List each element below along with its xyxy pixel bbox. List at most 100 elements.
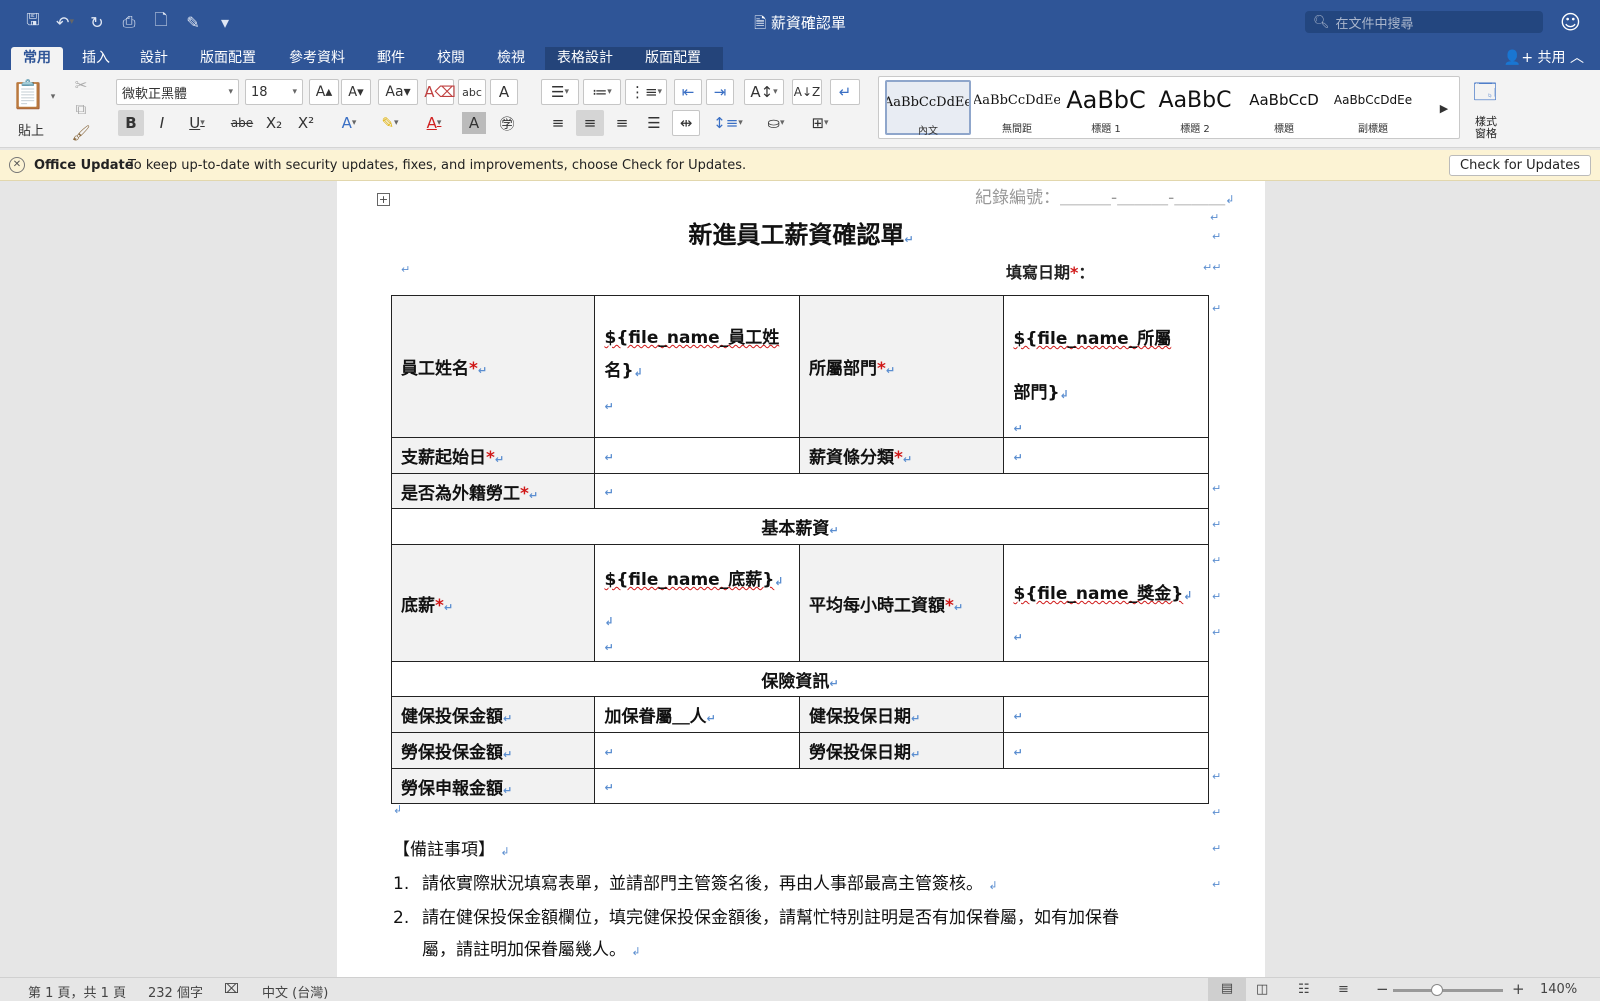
shading-icon[interactable]: ⛀ ▾ (758, 110, 794, 136)
cut-icon[interactable]: ✂ (70, 72, 92, 98)
close-icon[interactable]: ✕ (9, 157, 25, 173)
underline-icon[interactable]: U ▾ (180, 110, 214, 136)
style-heading-1[interactable]: AaBbC 標題 1 (1063, 80, 1149, 135)
table-cell[interactable]: ↵ (1003, 696, 1209, 733)
font-color-icon[interactable]: A ▾ (414, 110, 454, 136)
multilevel-list-icon[interactable]: ⋮≡ ▾ (625, 79, 667, 105)
increase-indent-icon[interactable]: ⇥ (706, 79, 734, 105)
document-page[interactable]: + 紀錄編號：＿＿＿-＿＿＿-＿＿＿↲ ↵ 新進員工薪資確認單↵ ↵ 填寫日期*… (337, 181, 1265, 977)
table-cell[interactable]: 薪資條分類*↵ (798, 437, 1005, 474)
numbering-icon[interactable]: ≔ ▾ (583, 79, 621, 105)
table-cell[interactable]: 是否為外籍勞工*↵ (390, 473, 596, 509)
table-cell[interactable]: 加保眷屬＿人↵ (594, 696, 800, 733)
table-cell[interactable]: ↵ (594, 473, 1209, 509)
share-button[interactable]: 👤+ 共用 ︿ (1504, 47, 1584, 67)
page-count[interactable]: 第 1 頁，共 1 頁 (28, 982, 126, 1001)
style-normal[interactable]: AaBbCcDdEe 內文 (885, 80, 971, 137)
zoom-out-icon[interactable]: − (1376, 980, 1389, 998)
bold-icon[interactable]: B (118, 110, 144, 136)
borders-icon[interactable]: ⊞ ▾ (800, 110, 840, 136)
highlight-icon[interactable]: ✎ ▾ (370, 110, 410, 136)
styles-pane-icon[interactable]: 🗔 (1470, 76, 1500, 112)
tab-layout[interactable]: 版面配置 (188, 47, 268, 70)
focus-view-icon[interactable]: ◫ (1256, 982, 1268, 997)
feedback-smiley-icon[interactable]: ☺ (1560, 10, 1581, 34)
table-cell[interactable]: 所屬部門*↵ (798, 295, 1005, 438)
table-cell[interactable]: 勞保投保金額↵ (390, 732, 596, 769)
distributed-icon[interactable]: ⇹ (672, 110, 700, 136)
format-painter-icon[interactable]: 🖌 (70, 120, 92, 146)
zoom-slider-thumb[interactable] (1431, 984, 1443, 996)
outline-view-icon[interactable]: ☷ (1298, 982, 1310, 997)
table-cell[interactable]: ↵ (1003, 732, 1209, 769)
phonetic-guide-icon[interactable]: abc (458, 79, 486, 105)
tab-mailings[interactable]: 郵件 (365, 47, 417, 70)
tab-design[interactable]: 設計 (128, 47, 180, 70)
bullets-icon[interactable]: ☰ ▾ (541, 79, 579, 105)
clear-formatting-icon[interactable]: A⌫ (424, 79, 456, 105)
section-header-cell[interactable]: 保險資訊↵ (391, 661, 1209, 697)
tab-references[interactable]: 參考資料 (277, 47, 357, 70)
tab-view[interactable]: 檢視 (485, 47, 537, 70)
zoom-in-icon[interactable]: + (1512, 980, 1525, 998)
proofing-icon[interactable]: ⌧ (224, 982, 239, 997)
superscript-icon[interactable]: X² (292, 110, 320, 136)
table-move-handle-icon[interactable]: + (377, 193, 390, 206)
style-heading-2[interactable]: AaBbC 標題 2 (1152, 80, 1238, 136)
table-cell[interactable]: 支薪起始日*↵ (390, 437, 596, 474)
section-header-cell[interactable]: 基本薪資↵ (391, 508, 1209, 545)
justify-icon[interactable]: ☰ (640, 110, 668, 136)
character-border-icon[interactable]: A (490, 79, 518, 105)
text-direction-icon[interactable]: A↕ ▾ (744, 79, 784, 105)
print-layout-view-icon[interactable]: ▤ (1208, 978, 1246, 1001)
table-cell[interactable]: ${file_name_底薪}↲ ↲ ↵ (594, 544, 800, 662)
tab-table-design[interactable]: 表格設計 (545, 47, 633, 70)
table-cell[interactable]: 健保投保日期↵ (798, 696, 1005, 733)
styles-pane-label[interactable]: 樣式 窗格 (1466, 116, 1506, 140)
align-left-icon[interactable]: ≡ (544, 110, 572, 136)
subscript-icon[interactable]: X₂ (260, 110, 288, 136)
font-size-select[interactable]: 18 ▾ (245, 79, 303, 105)
font-name-select[interactable]: 微軟正黑體 ▾ (116, 79, 239, 105)
table-cell[interactable]: ↵ (594, 732, 800, 769)
tab-insert[interactable]: 插入 (70, 47, 122, 70)
character-shading-icon[interactable]: A (462, 112, 486, 134)
align-center-icon[interactable]: ≡ (576, 110, 604, 136)
paste-dropdown-icon[interactable]: ▾ (48, 84, 58, 110)
line-spacing-icon[interactable]: ↕≡ ▾ (708, 110, 748, 136)
italic-icon[interactable]: I (149, 110, 175, 136)
grow-font-icon[interactable]: A▴ (309, 79, 339, 105)
table-cell[interactable]: ↵ (594, 437, 800, 474)
table-cell[interactable]: ${file_name_獎金}↲ ↵ (1003, 544, 1209, 662)
strikethrough-icon[interactable]: abe (228, 110, 256, 136)
check-for-updates-button[interactable]: Check for Updates (1449, 155, 1591, 176)
table-cell[interactable]: ${file_name_員工姓 名}↲ ↵ (594, 295, 800, 438)
draft-view-icon[interactable]: ≡ (1338, 982, 1349, 997)
table-cell[interactable]: 員工姓名*↵ (390, 295, 596, 438)
table-cell[interactable]: 勞保投保日期↵ (798, 732, 1005, 769)
table-cell[interactable]: 勞保申報金額↵ (390, 768, 596, 804)
tab-home[interactable]: 常用 (11, 47, 63, 70)
word-count[interactable]: 232 個字 (148, 982, 203, 1001)
search-input[interactable]: 🔍︎ 在文件中搜尋 (1305, 11, 1543, 33)
change-case-icon[interactable]: Aa▾ (378, 79, 418, 105)
text-effects-icon[interactable]: A ▾ (332, 110, 366, 136)
zoom-slider[interactable] (1393, 984, 1503, 996)
align-right-icon[interactable]: ≡ (608, 110, 636, 136)
table-cell[interactable]: 平均每小時工資額*↵ (798, 544, 1005, 662)
shrink-font-icon[interactable]: A▾ (341, 79, 371, 105)
style-no-spacing[interactable]: AaBbCcDdEe 無間距 (974, 80, 1060, 136)
table-cell[interactable]: 健保投保金額↵ (390, 696, 596, 733)
table-cell[interactable]: ↵ (594, 768, 1209, 804)
enclose-character-icon[interactable]: ㊫ (494, 110, 520, 136)
copy-icon[interactable]: ⧉ (70, 96, 92, 122)
style-subtitle[interactable]: AaBbCcDdEe 副標題 (1330, 80, 1416, 135)
decrease-indent-icon[interactable]: ⇤ (674, 79, 702, 105)
show-formatting-icon[interactable]: ↵ (830, 79, 860, 105)
language-status[interactable]: 中文 (台灣) (262, 982, 328, 1001)
table-cell[interactable]: 底薪*↵ (390, 544, 596, 662)
sort-icon[interactable]: A↓Z (792, 79, 822, 105)
tab-review[interactable]: 校閱 (425, 47, 477, 70)
zoom-level[interactable]: 140% (1540, 982, 1577, 997)
style-title[interactable]: AaBbCcD 標題 (1241, 80, 1327, 135)
